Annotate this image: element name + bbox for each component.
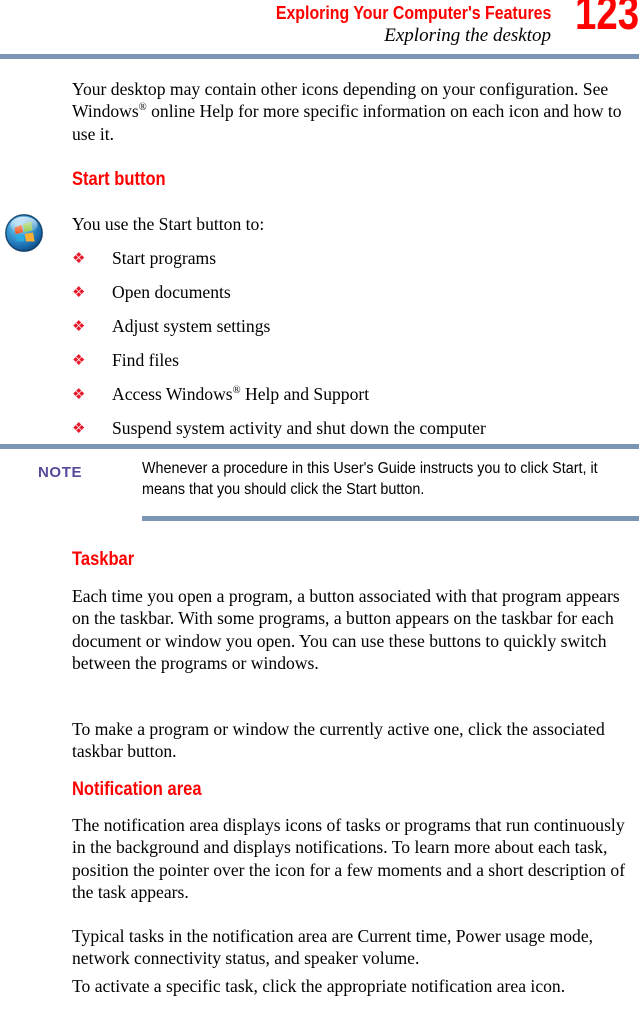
list-item: ❖ Start programs	[72, 247, 638, 269]
list-item: ❖ Open documents	[72, 281, 638, 303]
start-button-heading-block: Start button	[72, 168, 638, 191]
list-item: ❖ Suspend system activity and shut down …	[72, 417, 638, 439]
start-button-lead-in: You use the Start button to:	[72, 214, 265, 234]
note-label: NOTE	[38, 464, 83, 481]
list-item: ❖ Find files	[72, 349, 638, 371]
notification-paragraph-2-block: Typical tasks in the notification area a…	[72, 925, 638, 970]
list-item-label: Open documents	[112, 282, 231, 303]
registered-mark-icon: ®	[232, 385, 241, 397]
start-button-content-block: You use the Start button to: ❖ Start pro…	[72, 213, 638, 451]
list-item-label: Find files	[112, 350, 179, 371]
note-top-rule	[0, 444, 639, 449]
note-bottom-rule	[142, 516, 639, 521]
list-item-label: Access Windows® Help and Support	[112, 384, 370, 405]
page-number: 123	[574, 0, 639, 40]
heading-taskbar: Taskbar	[72, 549, 135, 570]
list-item: ❖ Adjust system settings	[72, 315, 638, 337]
diamond-bullet-icon: ❖	[72, 419, 86, 438]
notification-paragraph: Typical tasks in the notification area a…	[72, 926, 594, 969]
diamond-bullet-icon: ❖	[72, 283, 86, 302]
note-text: Whenever a procedure in this User's Guid…	[142, 460, 598, 498]
note-callout: NOTE Whenever a procedure in this User's…	[0, 459, 639, 515]
notification-paragraph-3-block: To activate a specific task, click the a…	[72, 975, 638, 997]
header-divider-rule	[0, 54, 639, 59]
list-item: ❖ Access Windows® Help and Support	[72, 383, 638, 405]
taskbar-paragraph-2-block: To make a program or window the currentl…	[72, 718, 638, 763]
windows-start-orb-icon	[4, 213, 44, 253]
taskbar-paragraph: To make a program or window the currentl…	[72, 719, 605, 762]
diamond-bullet-icon: ❖	[72, 249, 86, 268]
notification-paragraph: To activate a specific task, click the a…	[72, 976, 566, 996]
diamond-bullet-icon: ❖	[72, 317, 86, 336]
heading-start-button: Start button	[72, 169, 166, 190]
notification-heading-block: Notification area	[72, 778, 638, 801]
notification-paragraph: The notification area displays icons of …	[72, 815, 626, 902]
heading-notification-area: Notification area	[72, 779, 202, 800]
page-header: Exploring Your Computer's Features Explo…	[0, 0, 639, 52]
list-item-label: Start programs	[112, 248, 217, 269]
list-item-label: Suspend system activity and shut down th…	[112, 418, 486, 439]
intro-paragraph: Your desktop may contain other icons dep…	[72, 79, 622, 144]
header-chapter-title: Exploring Your Computer's Features	[275, 2, 551, 23]
start-button-bullet-list: ❖ Start programs ❖ Open documents ❖ Adju…	[72, 247, 638, 439]
intro-block: Your desktop may contain other icons dep…	[72, 78, 638, 145]
diamond-bullet-icon: ❖	[72, 385, 86, 404]
taskbar-paragraph: Each time you open a program, a button a…	[72, 586, 620, 673]
list-item-label: Adjust system settings	[112, 316, 271, 337]
diamond-bullet-icon: ❖	[72, 351, 86, 370]
header-section-title: Exploring the desktop	[384, 25, 551, 46]
taskbar-heading-block: Taskbar	[72, 548, 638, 571]
registered-mark-icon: ®	[138, 102, 147, 114]
notification-paragraph-1-block: The notification area displays icons of …	[72, 814, 638, 903]
taskbar-paragraph-1-block: Each time you open a program, a button a…	[72, 585, 638, 674]
